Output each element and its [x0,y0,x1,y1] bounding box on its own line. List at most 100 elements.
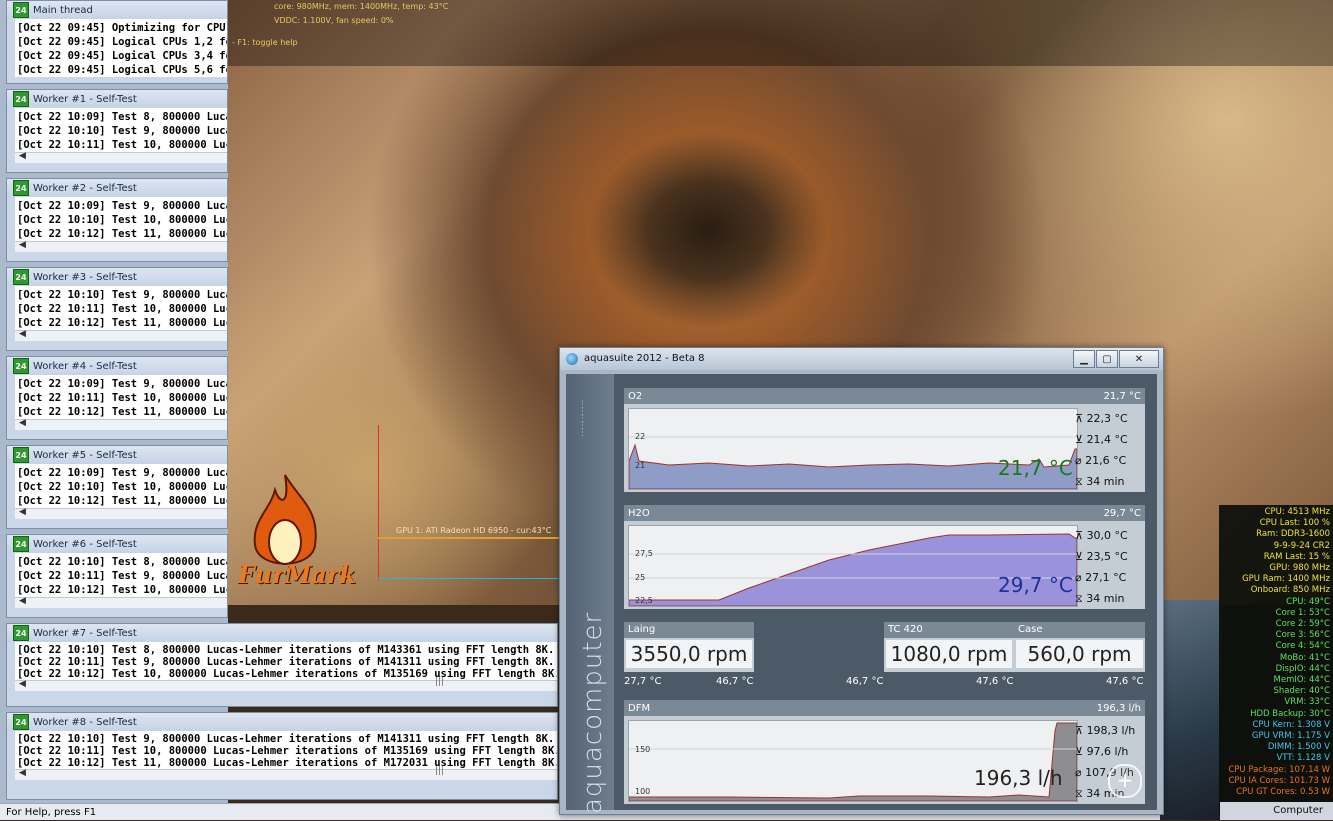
sensor-readout: CPU GT Cores: 0.53 W [1236,787,1330,798]
horizontal-scrollbar[interactable]: ◀ [15,596,227,608]
brand-logo: aquacomputer [578,611,608,814]
avg-icon: ⌀ [1075,766,1082,779]
worker-window[interactable]: 24 Worker #8 - Self-Test [Oct 22 10:10] T… [6,712,558,800]
worker-window[interactable]: 24 Worker #7 - Self-Test [Oct 22 10:10] T… [6,623,558,707]
log-line: [Oct 22 10:12] Test 11, 800000 Lucas [17,495,227,507]
fan-rpm: 560,0 rpm [1016,640,1143,668]
scroll-grip[interactable]: ||| [435,766,444,776]
main-thread-window[interactable]: 24 Main thread [Oct 22 09:45] Optimizing … [6,0,228,84]
minimize-button[interactable]: ▁ [1073,350,1095,368]
fan-panel-laing[interactable]: Laing 3550,0 rpm [624,622,754,672]
avg-icon: ⌀ [1075,571,1082,584]
expand-handle-icon[interactable]: ⋮ ⋮ ⋮ ⋮ ⋮ [578,401,588,438]
max-value: 198,3 l/h [1086,724,1136,737]
prime95-icon: 24 [13,625,29,641]
axis-tick: 22 [635,432,645,441]
sensor-value: 21,7 °C [1103,390,1141,402]
title-bar[interactable]: aquasuite 2012 - Beta 8 ▁ ▢ ✕ [560,348,1163,370]
worker-window[interactable]: 24 Worker #2 - Self-Test [Oct 22 10:09] T… [6,178,228,262]
sensor-name: H2O [628,507,650,519]
sensor-readout: Core 4: 54°C [1275,641,1330,652]
fan-panel-case[interactable]: Case 560,0 rpm [1014,622,1145,672]
log-line: [Oct 22 10:12] Test 11, 800000 Lucas [17,406,227,418]
window-title: Worker #2 - Self-Test [33,182,137,194]
sensor-readout: GPU Ram: 1400 MHz [1242,574,1330,585]
log-text: [Oct 22 10:09] Test 9, 800000 Lucas-L [O… [15,375,227,419]
scroll-left-icon[interactable]: ◀ [19,329,26,339]
status-bar: For Help, press F1 [0,803,560,820]
sensor-readout: GPU VRM: 1.175 V [1251,731,1330,742]
horizontal-scrollbar[interactable]: ◀ [15,507,227,519]
furmark-hud-line: VDDC: 1.100V, fan speed: 0% [274,16,394,25]
sensor-readout: CPU: 49°C [1286,596,1330,607]
scroll-left-icon[interactable]: ◀ [19,768,26,778]
sidebar[interactable]: ⋮ ⋮ ⋮ ⋮ ⋮ aquacomputer [566,374,614,814]
sensor-readout: GPU: 980 MHz [1269,563,1330,574]
window-title: Worker #1 - Self-Test [33,93,137,105]
log-line: [Oct 22 10:09] Test 9, 800000 Lucas-L [17,467,227,479]
sensor-readout: DIMM: 1.500 V [1267,742,1330,753]
scroll-left-icon[interactable]: ◀ [19,151,26,161]
log-line: [Oct 22 10:12] Test 10, 800000 Lucas [17,584,227,596]
stats: ⊼ 22,3 °C ⊻ 21,4 °C ⌀ 21,6 °C ⧖ 34 min [1075,408,1141,492]
log-line: [Oct 22 10:12] Test 11, 800000 Lucas [17,317,227,329]
worker-window[interactable]: 24 Worker #5 - Self-Test [Oct 22 10:09] T… [6,445,228,529]
log-line: [Oct 22 10:10] Test 8, 800000 Lucas-L [17,556,227,568]
window-title: Worker #8 - Self-Test [33,716,137,728]
sensor-panel-h2o[interactable]: H2O 29,7 °C 27,5 25 22,5 29,7 °C ⊼ 30,0 °… [624,505,1145,609]
log-text: [Oct 22 10:10] Test 9, 800000 Lucas-L [O… [15,286,227,330]
horizontal-scrollbar[interactable]: ◀ [15,151,227,163]
axis-tick: 22,5 [635,596,653,605]
log-line: [Oct 22 10:12] Test 11, 800000 Lucas [17,228,227,240]
scroll-left-icon[interactable]: ◀ [19,240,26,250]
window-title: Worker #7 - Self-Test [33,627,137,639]
sensor-readout: Ram: DDR3-1600 [1256,529,1330,540]
prime95-icon: 24 [13,536,29,552]
horizontal-scrollbar[interactable]: ◀ ||| [15,677,557,691]
worker-window[interactable]: 24 Worker #6 - Self-Test [Oct 22 10:10] T… [6,534,228,618]
log-text: [Oct 22 10:09] Test 9, 800000 Lucas-L [O… [15,197,227,241]
maximize-button[interactable]: ▢ [1096,350,1118,368]
hardware-monitor-overlay: CPU: 4513 MHz CPU Last: 100 % Ram: DDR3-16… [1219,505,1333,815]
sensor-readout: Core 1: 53°C [1275,607,1330,618]
fan-panel-tc420[interactable]: TC 420 1080,0 rpm [884,622,1014,672]
log-line: [Oct 22 10:10] Test 9, 800000 Lucas-L [17,125,227,137]
log-text: [Oct 22 10:10] Test 9, 800000 Lucas-Lehm… [15,731,557,769]
avg-value: 21,6 °C [1085,454,1127,467]
horizontal-scrollbar[interactable]: ◀ [15,418,227,430]
worker-window[interactable]: 24 Worker #1 - Self-Test [Oct 22 10:09] T… [6,89,228,173]
sensor-name: DFM [628,702,651,714]
horizontal-scrollbar[interactable]: ◀ [15,329,227,341]
log-line: [Oct 22 10:10] Test 10, 800000 Lucas [17,481,227,493]
fan-name: TC 420 [884,622,1014,638]
log-line: [Oct 22 10:11] Test 10, 800000 Lucas [17,303,227,315]
sensor-readout: Core 3: 56°C [1275,630,1330,641]
window-title: aquasuite 2012 - Beta 8 [584,353,705,364]
close-button[interactable]: ✕ [1119,350,1159,368]
sensor-panel-o2[interactable]: O2 21,7 °C 22 21 21,7 °C ⊼ 22,3 °C ⊻ 21,4… [624,388,1145,492]
sensor-panel-dfm[interactable]: DFM 196,3 l/h 150 100 196,3 l/h ⊼ 198,3 l… [624,700,1145,804]
axis-tick: 150 [635,745,650,754]
scroll-left-icon[interactable]: ◀ [19,596,26,606]
log-line: [Oct 22 09:45] Logical CPUs 5,6 form [17,64,227,76]
horizontal-scrollbar[interactable]: ◀ [15,240,227,252]
sensor-readout: VRM: 33°C [1284,697,1330,708]
scroll-left-icon[interactable]: ◀ [19,418,26,428]
log-line: [Oct 22 10:10] Test 9, 800000 Lucas-Lehm… [17,733,555,745]
add-icon[interactable]: + [1108,764,1142,798]
horizontal-scrollbar[interactable]: ◀ ||| [15,766,557,780]
worker-window[interactable]: 24 Worker #3 - Self-Test [Oct 22 10:10] T… [6,267,228,351]
aquasuite-window[interactable]: aquasuite 2012 - Beta 8 ▁ ▢ ✕ ⋮ ⋮ ⋮ ⋮ ⋮ aqua… [559,347,1164,815]
desktop-wallpaper [1160,600,1222,820]
scroll-left-icon[interactable]: ◀ [19,507,26,517]
log-line: [Oct 22 10:10] Test 9, 800000 Lucas-L [17,289,227,301]
scroll-left-icon[interactable]: ◀ [19,679,26,689]
temp-label: 46,7 °C [846,676,884,687]
log-text: [Oct 22 10:10] Test 8, 800000 Lucas-L [O… [15,553,227,597]
worker-window[interactable]: 24 Worker #4 - Self-Test [Oct 22 10:09] T… [6,356,228,440]
scroll-grip[interactable]: ||| [435,677,444,687]
window-title: Main thread [33,4,93,16]
log-text: [Oct 22 09:45] Optimizing for CPU arc [O… [15,19,227,77]
prime95-icon: 24 [13,447,29,463]
axis-tick: 25 [635,573,645,582]
